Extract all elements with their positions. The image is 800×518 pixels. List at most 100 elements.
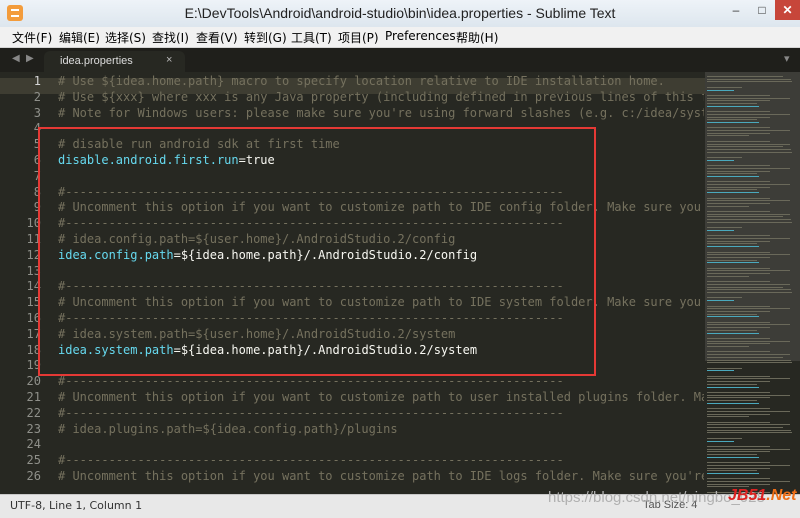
minimap-line <box>707 173 757 175</box>
minimap-line <box>707 324 790 326</box>
logo-net: .Net <box>766 487 797 504</box>
minimap-line <box>707 456 759 458</box>
code-line[interactable]: #---------------------------------------… <box>58 406 704 422</box>
menu-project[interactable]: 项目(P) <box>338 29 379 46</box>
minimap-line <box>707 211 770 212</box>
code-line[interactable]: # idea.system.path=${user.home}/.Android… <box>58 327 704 343</box>
code-line[interactable]: # Use ${idea.home.path} macro to specify… <box>58 74 704 90</box>
line-number: 7 <box>33 168 41 183</box>
tab-idea-properties[interactable]: idea.properties × <box>44 51 185 72</box>
line-number: 14 <box>26 279 41 294</box>
code-line[interactable]: # Uncomment this option if you want to c… <box>58 469 704 485</box>
minimap-line <box>707 146 783 148</box>
menu-view[interactable]: 查看(V) <box>196 29 238 46</box>
code-line[interactable] <box>58 437 704 453</box>
code-line[interactable]: # Note for Windows users: please make su… <box>58 106 704 122</box>
line-number: 2 <box>33 89 41 104</box>
code-line[interactable]: # idea.plugins.path=${idea.config.path}/… <box>58 422 704 438</box>
code-text-area[interactable]: # Use ${idea.home.path} macro to specify… <box>58 74 704 494</box>
minimap-line <box>707 202 770 204</box>
menu-tools[interactable]: 工具(T) <box>291 29 332 46</box>
minimap-line <box>707 467 770 469</box>
code-line[interactable] <box>58 169 704 185</box>
code-line[interactable]: # Use ${xxx} where xxx is any Java prope… <box>58 90 704 106</box>
minimap-line <box>707 165 770 167</box>
tab-close-icon[interactable]: × <box>166 54 172 66</box>
code-line[interactable]: idea.system.path=${idea.home.path}/.Andr… <box>58 343 704 359</box>
minimap-line <box>707 286 783 288</box>
minimap-line <box>707 354 790 356</box>
code-line[interactable]: #---------------------------------------… <box>58 216 704 232</box>
menu-selection[interactable]: 选择(S) <box>105 29 146 46</box>
minimap-line <box>707 321 770 323</box>
code-line[interactable]: #---------------------------------------… <box>58 453 704 469</box>
minimap-line <box>707 89 734 91</box>
menu-help[interactable]: 帮助(H) <box>456 29 498 46</box>
code-line[interactable]: # Uncomment this option if you want to c… <box>58 295 704 311</box>
minimap-line <box>707 275 749 277</box>
code-line[interactable]: #---------------------------------------… <box>58 279 704 295</box>
tab-label: idea.properties <box>60 55 133 67</box>
code-line[interactable]: #---------------------------------------… <box>58 374 704 390</box>
code-line[interactable] <box>58 264 704 280</box>
minimap-line <box>707 337 770 339</box>
minimap-line <box>707 243 757 245</box>
minimap-line <box>707 386 759 388</box>
menu-file[interactable]: 文件(F) <box>12 29 52 46</box>
minimap-line <box>707 472 759 474</box>
minimap-line <box>707 140 770 142</box>
line-number: 1 <box>33 74 41 88</box>
menu-edit[interactable]: 编辑(E) <box>59 29 100 46</box>
minimap-line <box>707 305 770 307</box>
line-number: 11 <box>26 231 41 246</box>
tab-scroll-left-icon[interactable]: ◀ <box>12 53 20 64</box>
minimap-line <box>707 200 790 202</box>
menu-find[interactable]: 查找(I) <box>152 29 189 46</box>
minimap-line <box>707 416 749 418</box>
code-line[interactable]: # idea.config.path=${user.home}/.Android… <box>58 232 704 248</box>
minimap-line <box>707 221 792 223</box>
menu-preferences[interactable]: Preferences <box>385 29 456 43</box>
property-key: idea.system.path <box>58 342 174 357</box>
comment-text: # Uncomment this option if you want to c… <box>58 389 704 404</box>
code-line[interactable]: # disable run android sdk at first time <box>58 137 704 153</box>
code-line[interactable]: disable.android.first.run=true <box>58 153 704 169</box>
minimap-line <box>707 429 791 431</box>
minimap-line <box>707 432 792 434</box>
code-line[interactable]: idea.config.path=${idea.home.path}/.Andr… <box>58 248 704 264</box>
property-key: idea.config.path <box>58 247 174 262</box>
tab-bar: ◀ ▶ idea.properties × ▾ <box>0 48 800 72</box>
minimap-line <box>707 481 790 482</box>
line-number: 13 <box>26 263 41 278</box>
close-button[interactable]: ✕ <box>775 0 800 20</box>
code-line[interactable]: #---------------------------------------… <box>58 185 704 201</box>
minimap-line <box>707 78 791 80</box>
minimap-line <box>707 329 757 331</box>
minimap-line <box>707 421 770 423</box>
maximize-button[interactable]: □ <box>749 0 775 20</box>
line-number: 6 <box>33 152 41 167</box>
tab-list-dropdown-icon[interactable]: ▾ <box>784 52 790 65</box>
minimap-line <box>707 229 734 231</box>
minimap-line <box>707 189 757 191</box>
code-line[interactable] <box>58 358 704 374</box>
code-line[interactable]: #---------------------------------------… <box>58 311 704 327</box>
minimize-button[interactable]: – <box>723 0 749 20</box>
comment-text: #---------------------------------------… <box>58 310 564 325</box>
minimap-line <box>707 464 790 466</box>
minimap-line <box>707 121 759 123</box>
line-number: 24 <box>26 437 41 452</box>
comment-text: # idea.system.path=${user.home}/.Android… <box>58 326 456 341</box>
minimap[interactable] <box>705 72 800 496</box>
tab-scroll-right-icon[interactable]: ▶ <box>26 53 34 64</box>
code-line[interactable] <box>58 121 704 137</box>
code-line[interactable]: # Uncomment this option if you want to c… <box>58 390 704 406</box>
minimap-line <box>707 184 790 185</box>
code-line[interactable]: # Uncomment this option if you want to c… <box>58 200 704 216</box>
line-number: 21 <box>26 389 41 404</box>
line-number: 15 <box>26 295 41 310</box>
minimap-line <box>707 440 734 442</box>
line-number-gutter: 1 2 3 4 5 6 7 8 9 10 11 12 13 14 15 16 1… <box>0 74 48 494</box>
menu-goto[interactable]: 转到(G) <box>244 29 287 46</box>
minimap-line <box>707 111 770 113</box>
